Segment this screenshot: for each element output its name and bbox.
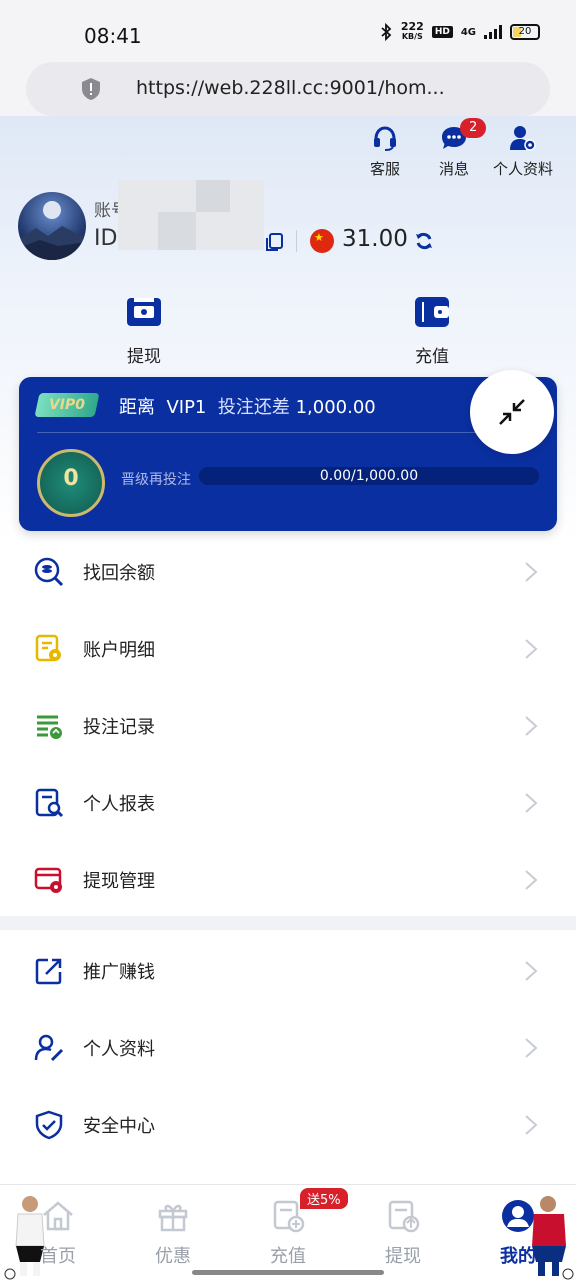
bet-record-icon xyxy=(37,715,62,739)
deposit-promo-badge: 送5% xyxy=(300,1188,348,1209)
headset-icon xyxy=(374,126,396,151)
profile-settings-label: 个人资料 xyxy=(492,160,553,178)
tab-home[interactable]: 首页 xyxy=(18,1198,98,1268)
report-search-icon xyxy=(35,788,64,818)
gift-icon xyxy=(158,1204,188,1232)
chevron-right-icon xyxy=(525,961,538,981)
home-icon xyxy=(43,1201,73,1231)
shield-check-icon xyxy=(35,1110,63,1140)
menu-item-profile[interactable]: 个人资料 xyxy=(0,1009,576,1086)
bluetooth-icon xyxy=(381,23,392,41)
messages-label: 消息 xyxy=(438,160,469,178)
search-balance-icon xyxy=(34,557,64,587)
menu-item-label: 账户明细 xyxy=(83,640,155,661)
user-edit-icon xyxy=(34,1034,64,1062)
tab-label: 我的 xyxy=(500,1246,536,1267)
chevron-right-icon xyxy=(525,639,538,659)
vip-progress-bar: 0.00/1,000.00 xyxy=(199,467,539,485)
section-separator xyxy=(0,916,576,930)
vip-medal-icon: 0 xyxy=(37,449,105,517)
customer-service-button[interactable]: 客服 xyxy=(345,124,425,180)
balance-amount: 31.00 xyxy=(342,226,408,252)
copy-icon[interactable] xyxy=(264,232,284,252)
menu-item-security[interactable]: 安全中心 xyxy=(0,1086,576,1163)
collapse-arrows-icon xyxy=(499,399,525,425)
moon-landscape-image xyxy=(18,201,86,260)
avatar[interactable] xyxy=(18,192,86,260)
tab-label: 提现 xyxy=(385,1246,421,1267)
chevron-right-icon xyxy=(525,716,538,736)
chevron-right-icon xyxy=(525,1115,538,1135)
menu-item-promote-earn[interactable]: 推广赚钱 xyxy=(0,932,576,1009)
browser-bar: https://web.228ll.cc:9001/hom... xyxy=(0,60,576,116)
menu-item-withdraw-manage[interactable]: 提现管理 xyxy=(0,841,576,918)
vip-progress-value: 0.00/1,000.00 xyxy=(319,468,419,484)
vip-tag: VIP0 xyxy=(34,393,100,417)
redacted-block xyxy=(196,180,230,212)
url-text: https://web.228ll.cc:9001/hom... xyxy=(136,77,445,99)
chevron-right-icon xyxy=(525,1038,538,1058)
menu-item-label: 个人报表 xyxy=(83,794,155,815)
vip-progress-text: 距离 VIP1 投注还差 1,000.00 xyxy=(119,397,376,418)
profile-settings-button[interactable]: 个人资料 xyxy=(483,124,563,180)
menu-item-bet-record[interactable]: 投注记录 xyxy=(0,687,576,764)
menu-item-label: 找回余额 xyxy=(83,563,155,584)
divider xyxy=(296,230,297,252)
tab-mine[interactable]: 我的 xyxy=(478,1198,558,1268)
deposit-quick-button[interactable]: 充值 xyxy=(392,294,472,367)
user-settings-icon xyxy=(510,126,536,151)
profile-icon xyxy=(502,1200,534,1232)
net-speed: 222 KB/S xyxy=(400,20,424,41)
menu-item-personal-report[interactable]: 个人报表 xyxy=(0,764,576,841)
china-flag-icon: ★ xyxy=(310,229,334,253)
tab-withdraw[interactable]: 提现 xyxy=(363,1198,443,1268)
upgrade-label: 晋级再投注 xyxy=(121,472,191,488)
withdraw-quick-label: 提现 xyxy=(127,347,161,367)
collapse-button[interactable] xyxy=(470,370,554,454)
url-bar[interactable]: https://web.228ll.cc:9001/hom... xyxy=(26,62,550,116)
hd-icon: HD xyxy=(431,26,453,38)
messages-button[interactable]: 2 消息 xyxy=(414,118,494,180)
menu-item-label: 个人资料 xyxy=(83,1039,155,1060)
home-indicator xyxy=(192,1270,384,1275)
network-type: 4G xyxy=(460,26,476,38)
menu-item-label: 推广赚钱 xyxy=(83,962,155,983)
menu-item-account-detail[interactable]: 账户明细 xyxy=(0,610,576,687)
withdraw-manage-icon xyxy=(34,867,62,893)
status-bar: 08:41 222 KB/S HD 4G 20 xyxy=(0,0,576,60)
withdraw-ticket-icon xyxy=(127,298,161,326)
battery-icon: 20 xyxy=(510,24,540,40)
menu-item-label: 安全中心 xyxy=(83,1116,155,1137)
refresh-icon[interactable] xyxy=(414,231,434,251)
signal-icon xyxy=(484,25,502,39)
tab-label: 首页 xyxy=(40,1246,76,1267)
withdraw-icon xyxy=(388,1200,420,1233)
status-icons: 222 KB/S HD 4G 20 xyxy=(379,20,540,42)
menu-item-label: 投注记录 xyxy=(83,717,155,738)
shield-icon xyxy=(82,78,100,100)
share-icon xyxy=(35,958,62,985)
redacted-block xyxy=(158,212,196,250)
chevron-right-icon xyxy=(525,870,538,890)
tab-label: 充值 xyxy=(270,1246,306,1267)
tab-label: 优惠 xyxy=(155,1246,191,1267)
customer-service-label: 客服 xyxy=(369,160,400,178)
tab-promotions[interactable]: 优惠 xyxy=(133,1198,213,1268)
wallet-icon xyxy=(415,297,449,327)
chevron-right-icon xyxy=(525,793,538,813)
deposit-quick-label: 充值 xyxy=(415,347,449,367)
status-time: 08:41 xyxy=(84,24,142,48)
menu-item-recover-balance[interactable]: 找回余额 xyxy=(0,533,576,610)
withdraw-quick-button[interactable]: 提现 xyxy=(104,294,184,367)
chevron-right-icon xyxy=(525,562,538,582)
menu-item-label: 提现管理 xyxy=(83,871,155,892)
account-detail-icon xyxy=(35,634,61,662)
divider xyxy=(37,432,539,433)
